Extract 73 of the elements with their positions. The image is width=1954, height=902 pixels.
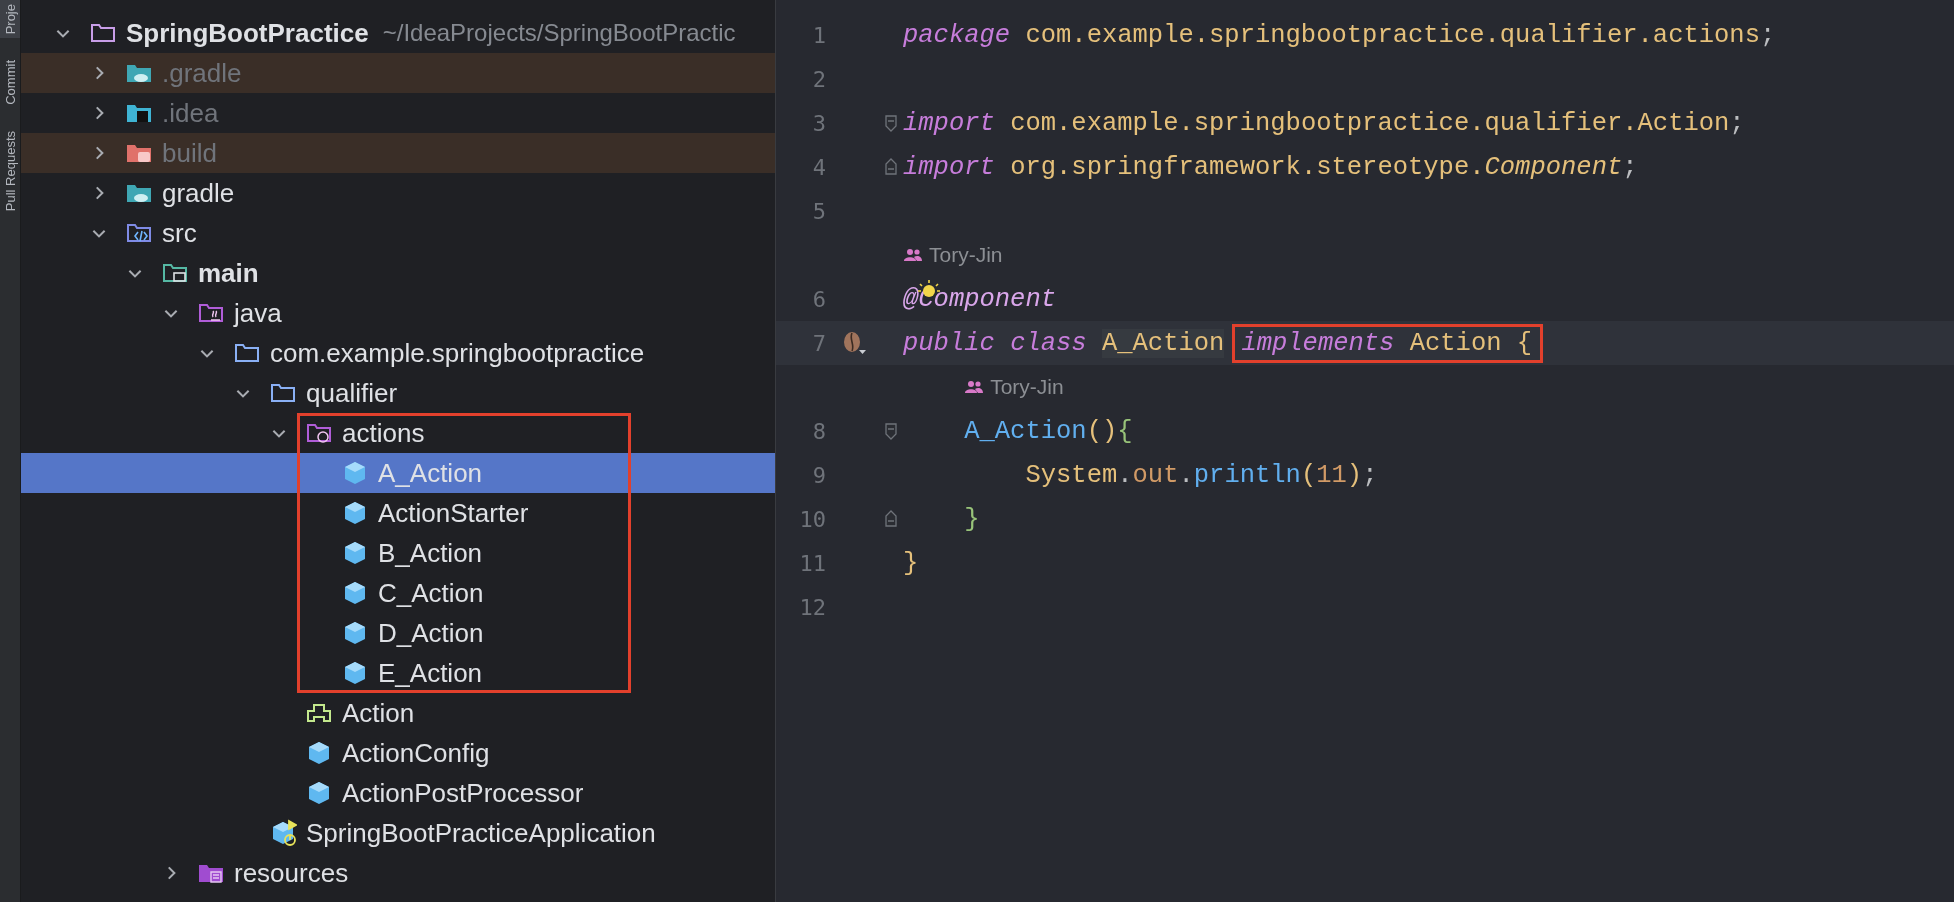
tree-item-label: resources xyxy=(234,857,349,889)
tree-item-label: gradle xyxy=(162,177,235,209)
fold-icon[interactable] xyxy=(884,157,898,177)
tool-window-tab[interactable]: Pull Requests xyxy=(0,127,20,216)
code-line: System.out.println(11); xyxy=(1024,460,1378,490)
tree-item[interactable]: SpringBootPractice ~/IdeaProjects/SpringBootPractic xyxy=(21,13,775,53)
line-number: 1 xyxy=(811,22,826,48)
tree-item[interactable]: B_Action xyxy=(21,533,775,573)
tree-item[interactable]: E_Action xyxy=(21,653,775,693)
tree-item-label: src xyxy=(162,217,197,249)
tree-item-label: .gradle xyxy=(162,57,242,89)
code-line: } xyxy=(963,504,980,534)
fold-icon[interactable] xyxy=(884,509,898,529)
tool-window-tab[interactable]: Commit xyxy=(0,56,20,110)
tree-item-label: C_Action xyxy=(378,577,484,609)
line-number: 8 xyxy=(811,418,826,444)
tree-item[interactable]: java xyxy=(21,293,775,333)
tree-item[interactable]: SpringBootPracticeApplication xyxy=(21,813,775,853)
code-line: public class A_Action implements Action { xyxy=(903,323,1544,363)
tree-item-label: main xyxy=(198,257,259,289)
people-icon xyxy=(964,380,985,394)
line-number: 11 xyxy=(798,550,826,576)
author-hint[interactable]: Tory-Jin xyxy=(903,243,1003,267)
tree-item-label: com.example.springbootpractice xyxy=(270,337,645,369)
tree-item-label: D_Action xyxy=(378,617,484,649)
tree-item-label: qualifier xyxy=(306,377,398,409)
tree-item-label: build xyxy=(162,137,217,169)
tree-item-label: ActionPostProcessor xyxy=(342,777,584,809)
tree-item[interactable]: Action xyxy=(21,693,775,733)
line-number: 12 xyxy=(798,594,826,620)
project-path: ~/IdeaProjects/SpringBootPractic xyxy=(382,19,736,47)
tree-item[interactable]: C_Action xyxy=(21,573,775,613)
tree-item-label: Action xyxy=(342,697,415,729)
tree-item[interactable]: ActionConfig xyxy=(21,733,775,773)
author-hint[interactable]: Tory-Jin xyxy=(964,375,1064,399)
tree-item[interactable]: com.example.springbootpractice xyxy=(21,333,775,373)
tree-item-label: SpringBootPractice xyxy=(126,17,369,49)
tree-item-label: ActionConfig xyxy=(342,737,490,769)
tree-item-label: .idea xyxy=(162,97,219,129)
line-number: 7 xyxy=(811,330,826,356)
tree-item[interactable]: qualifier xyxy=(21,373,775,413)
tree-item[interactable]: ActionStarter xyxy=(21,493,775,533)
tree-item-label: java xyxy=(234,297,282,329)
tree-item-label: E_Action xyxy=(378,657,483,689)
line-number: 10 xyxy=(798,506,826,532)
tree-item[interactable]: main xyxy=(21,253,775,293)
code-line: A_Action(){ xyxy=(963,416,1133,446)
people-icon xyxy=(903,248,923,262)
tree-item[interactable]: gradle xyxy=(21,173,775,213)
fold-icon[interactable] xyxy=(884,113,898,133)
fold-icon[interactable] xyxy=(884,421,898,441)
tree-item-label: ActionStarter xyxy=(378,497,529,529)
line-number: 3 xyxy=(811,110,826,136)
tree-item[interactable]: resources xyxy=(21,853,775,893)
tree-item-label: B_Action xyxy=(378,537,483,569)
line-number: 9 xyxy=(811,462,826,488)
tree-item[interactable]: src xyxy=(21,213,775,253)
code-line: @Component xyxy=(903,284,1057,314)
tool-window-tab[interactable]: Proje xyxy=(0,0,20,39)
line-number: 5 xyxy=(811,198,826,224)
tree-item[interactable]: D_Action xyxy=(21,613,775,653)
tree-item[interactable]: ActionPostProcessor xyxy=(21,773,775,813)
code-line: import org.springframework.stereotype.Component; xyxy=(903,152,1638,182)
tree-item-label: SpringBootPracticeApplication xyxy=(306,817,656,849)
line-number: 4 xyxy=(811,154,826,180)
code-line: } xyxy=(903,548,919,578)
tree-item-label: A_Action xyxy=(378,457,483,489)
code-line: import com.example.springbootpractice.qualifier.Action; xyxy=(903,108,1745,138)
line-number: 6 xyxy=(811,286,826,312)
code-line: package com.example.springbootpractice.qualifier.actions; xyxy=(903,20,1776,50)
tree-item-label: actions xyxy=(342,417,425,449)
tree-item[interactable]: actions xyxy=(21,413,775,453)
line-number: 2 xyxy=(811,66,826,92)
